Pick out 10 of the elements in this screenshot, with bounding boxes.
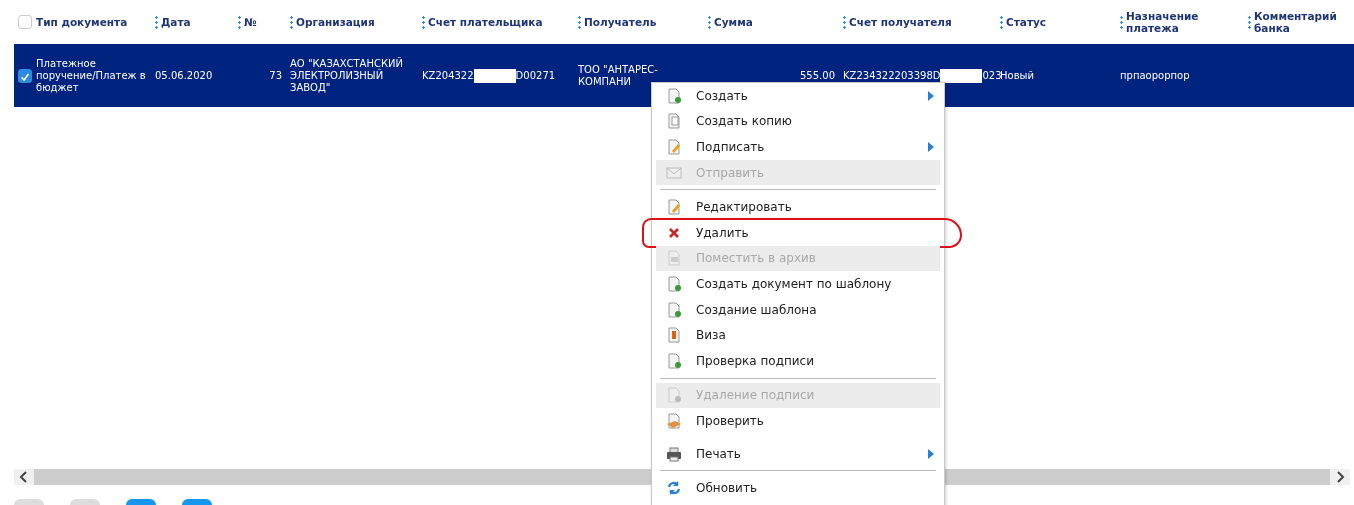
table-cell: KZ234322203398D 023 bbox=[843, 68, 1002, 83]
table-cell: прпаорорпор bbox=[1120, 69, 1190, 82]
table-cell-text: ТОО "АНТАРЕС-КОМПАНИ bbox=[578, 63, 659, 88]
table-cell: Платежное поручение/Платеж в бюджет bbox=[36, 57, 147, 94]
table-cell: 73 bbox=[269, 69, 282, 82]
table-cell-text: АО "КАЗАХСТАНСКИЙ ЭЛЕКТРОЛИЗНЫЙ ЗАВОД" bbox=[290, 57, 405, 94]
table-cell: Новый bbox=[1000, 69, 1034, 82]
table-cell: 05.06.2020 bbox=[155, 69, 213, 82]
table-cell: KZ204322 D00271 bbox=[422, 68, 556, 83]
table-cell: 555.00 bbox=[800, 69, 835, 82]
